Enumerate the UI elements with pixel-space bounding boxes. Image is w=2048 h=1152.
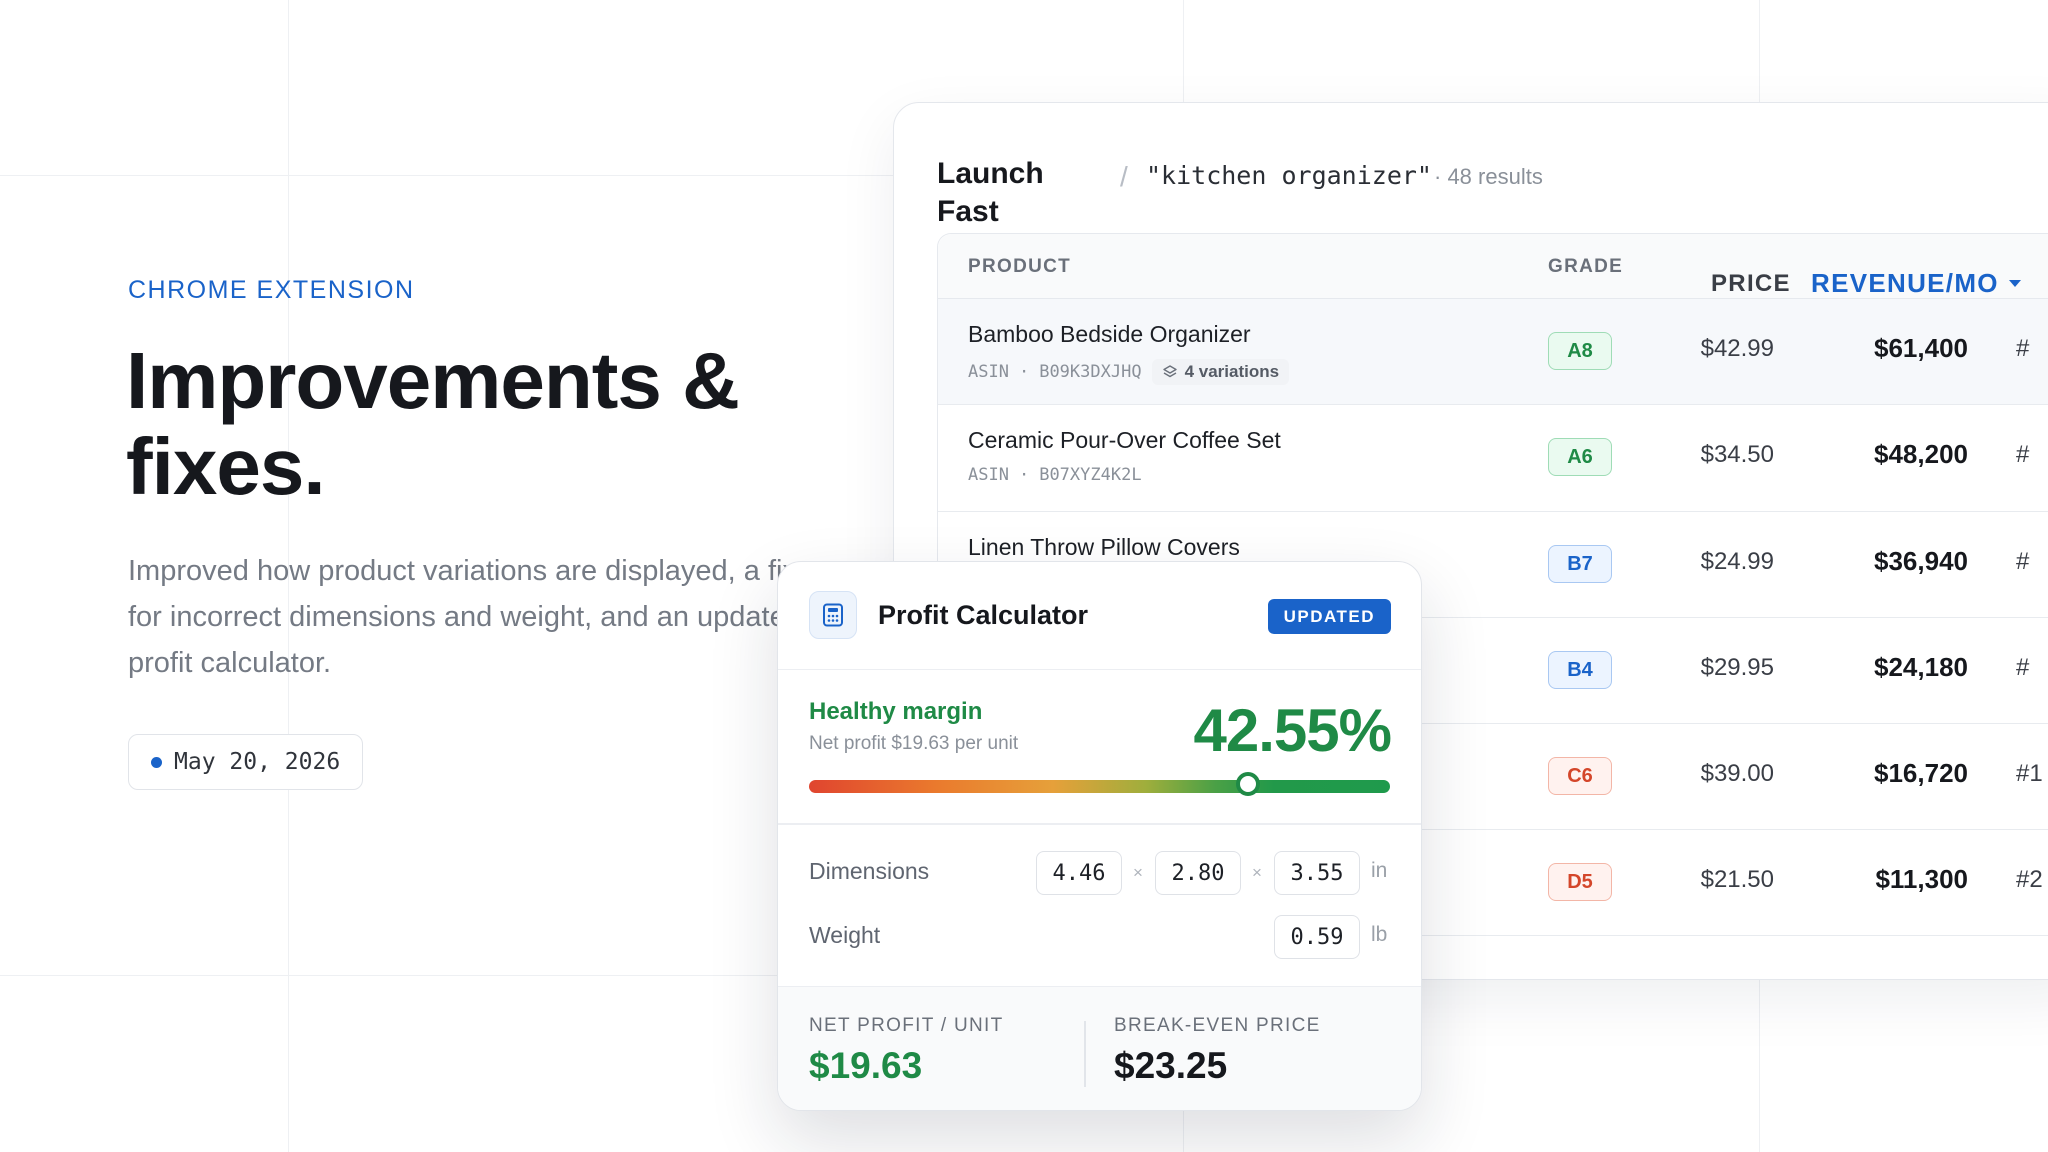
slider-handle[interactable] — [1235, 772, 1260, 796]
price-value: $29.95 — [1700, 654, 1774, 681]
break-even-label: BREAK-EVEN PRICE — [1114, 1015, 1321, 1036]
width-input[interactable]: 2.80 — [1155, 851, 1241, 895]
times-separator: × — [1133, 863, 1143, 882]
grade-badge: D5 — [1548, 863, 1612, 901]
table-row[interactable]: Ceramic Pour-Over Coffee Set ASIN · B07X… — [938, 405, 2048, 512]
grade-badge: B4 — [1548, 651, 1612, 689]
rank-value: #1 — [2016, 760, 2043, 787]
price-value: $21.50 — [1700, 866, 1774, 893]
grade-badge: C6 — [1548, 757, 1612, 795]
page-title: Improvements & fixes. — [126, 338, 806, 510]
release-date: May 20, 2026 — [174, 749, 341, 775]
result-count: · 48 results — [1434, 164, 1543, 189]
brand-line-1: Launch — [937, 157, 1044, 190]
grade-badge: B7 — [1548, 545, 1612, 583]
profit-calculator-card: Profit Calculator UPDATED Healthy margin… — [777, 561, 1422, 1111]
column-header-product[interactable]: PRODUCT — [968, 256, 1071, 278]
length-input[interactable]: 4.46 — [1036, 851, 1122, 895]
asin-label: ASIN — [968, 465, 1009, 485]
calculator-summary: NET PROFIT / UNIT $19.63 BREAK-EVEN PRIC… — [778, 986, 1421, 1110]
price-value: $34.50 — [1700, 441, 1774, 468]
margin-slider[interactable] — [809, 772, 1390, 796]
rank-value: # — [2016, 548, 2030, 575]
title-line-1: Improvements & — [126, 336, 740, 425]
product-name[interactable]: Linen Throw Pillow Covers — [968, 534, 1240, 561]
calculator-title: Profit Calculator — [878, 600, 1089, 630]
brand-logo: Launch Fast — [937, 155, 1097, 231]
status-dot-icon — [151, 756, 162, 768]
height-input[interactable]: 3.55 — [1274, 851, 1360, 895]
updated-badge: UPDATED — [1267, 599, 1391, 634]
revenue-value: $16,720 — [1874, 758, 1968, 788]
revenue-value: $48,200 — [1874, 439, 1968, 469]
brand-line-2: Fast — [937, 195, 999, 228]
revenue-value: $36,940 — [1874, 546, 1968, 576]
product-meta: ASIN · B09K3DXJHQ 4 variations — [968, 359, 1290, 385]
meta-separator: · — [1018, 465, 1030, 485]
price-value: $24.99 — [1700, 548, 1774, 575]
revenue-value: $11,300 — [1875, 864, 1968, 894]
net-profit-label: NET PROFIT / UNIT — [809, 1015, 1004, 1036]
table-row[interactable]: Bamboo Bedside Organizer ASIN · B09K3DXJ… — [938, 299, 2048, 405]
asin-value: B09K3DXJHQ — [1039, 362, 1142, 382]
rank-value: #2 — [2016, 866, 2043, 893]
asin-label: ASIN — [968, 362, 1009, 382]
table-header: PRODUCT GRADE PRICE REVENUE/MO — [938, 234, 2048, 299]
price-value: $42.99 — [1700, 335, 1774, 362]
column-header-revenue-sorted[interactable]: REVENUE/MO — [1811, 268, 2021, 299]
weight-label: Weight — [809, 922, 881, 948]
section-divider — [778, 823, 1421, 825]
product-name[interactable]: Ceramic Pour-Over Coffee Set — [968, 427, 1281, 454]
description: Improved how product variations are disp… — [128, 555, 802, 679]
layers-icon — [1162, 365, 1177, 378]
grade-badge: A8 — [1548, 332, 1612, 370]
search-query[interactable]: "kitchen organizer" — [1146, 161, 1432, 190]
revenue-value: $24,180 — [1874, 652, 1968, 682]
dimension-unit: in — [1371, 859, 1388, 882]
eyebrow-label: CHROME EXTENSION — [128, 276, 415, 304]
summary-divider — [1084, 1021, 1086, 1087]
grade-badge: A6 — [1548, 438, 1612, 476]
sort-desc-icon — [2008, 280, 2021, 287]
margin-subtext: Net profit $19.63 per unit — [809, 733, 1019, 754]
calculator-header: Profit Calculator UPDATED — [778, 562, 1421, 670]
rank-value: # — [2016, 441, 2030, 468]
times-separator: × — [1252, 863, 1262, 882]
column-header-grade[interactable]: GRADE — [1548, 256, 1623, 278]
breadcrumb-separator: / — [1120, 161, 1128, 192]
asin-value: B07XYZ4K2L — [1039, 465, 1142, 485]
rank-value: # — [2016, 335, 2030, 362]
dimensions-label: Dimensions — [809, 858, 930, 884]
revenue-value: $61,400 — [1874, 333, 1968, 363]
product-name[interactable]: Bamboo Bedside Organizer — [968, 321, 1251, 348]
margin-status: Healthy margin — [809, 698, 983, 725]
weight-unit: lb — [1371, 923, 1388, 946]
title-line-2: fixes. — [126, 422, 326, 511]
net-profit-value: $19.63 — [809, 1045, 923, 1086]
variations-count: 4 variations — [1184, 362, 1280, 381]
calculator-icon — [809, 591, 857, 639]
meta-separator: · — [1018, 362, 1030, 382]
column-header-revenue-label: REVENUE/MO — [1811, 268, 1999, 298]
price-value: $39.00 — [1700, 760, 1774, 787]
break-even-value: $23.25 — [1114, 1045, 1228, 1086]
product-meta: ASIN · B07XYZ4K2L — [968, 465, 1142, 485]
column-header-price[interactable]: PRICE — [1711, 270, 1790, 298]
variations-badge[interactable]: 4 variations — [1151, 359, 1290, 385]
weight-input[interactable]: 0.59 — [1274, 915, 1360, 959]
rank-value: # — [2016, 654, 2030, 681]
date-chip: May 20, 2026 — [128, 734, 364, 790]
margin-percentage: 42.55% — [1193, 697, 1392, 764]
